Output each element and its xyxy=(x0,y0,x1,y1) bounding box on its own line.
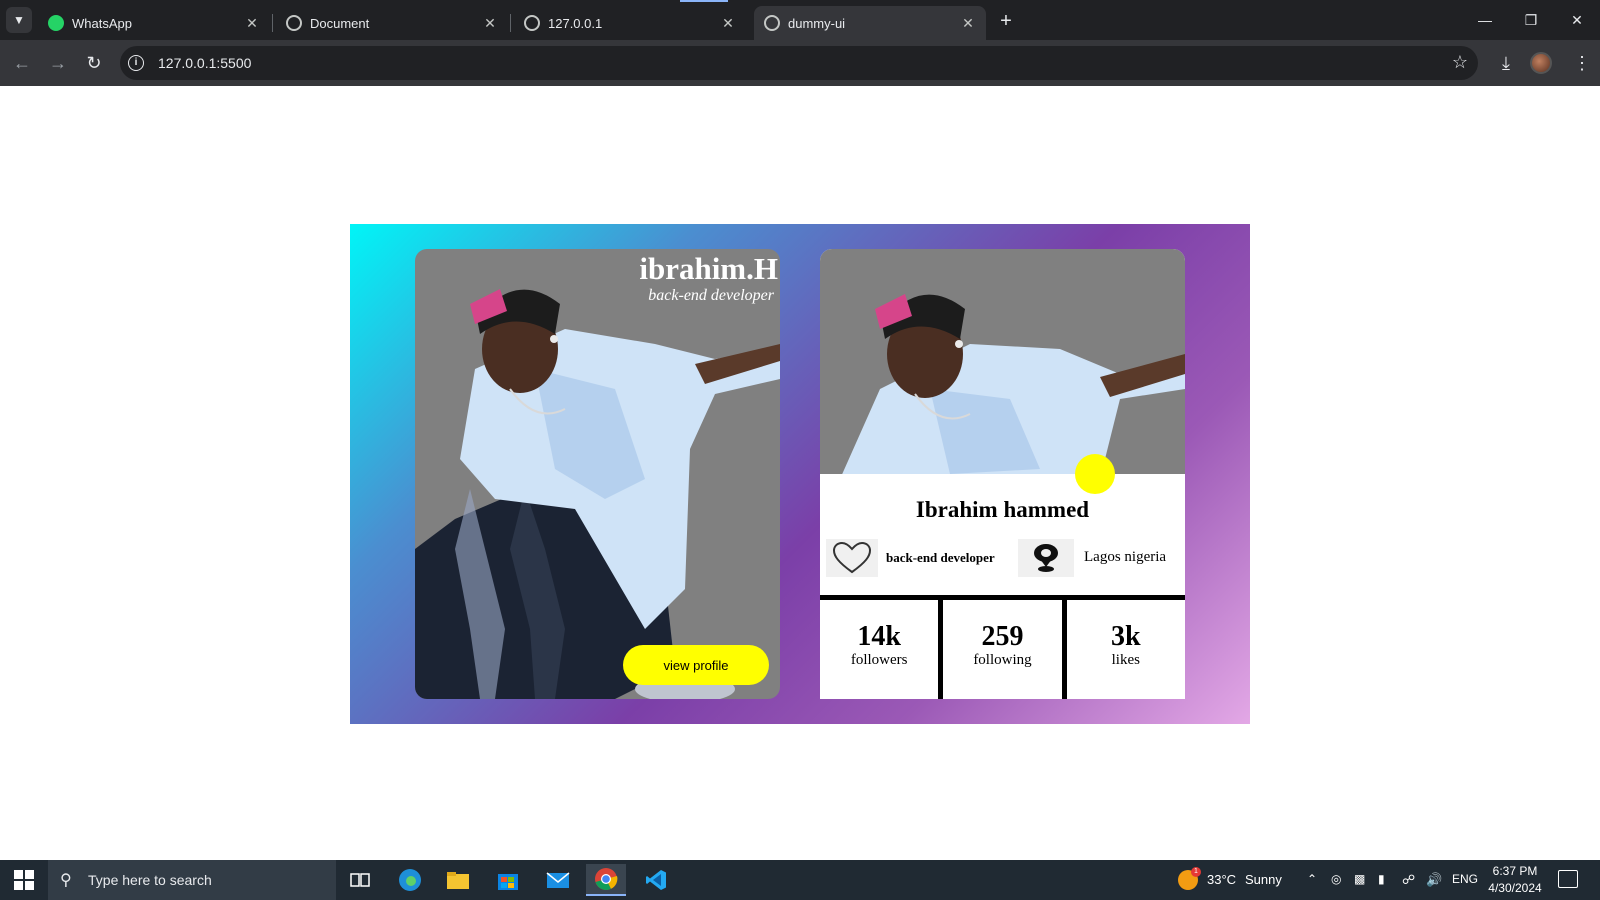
url-text[interactable]: 127.0.0.1:5500 xyxy=(158,55,251,71)
chevron-up-icon[interactable]: ⌃ xyxy=(1307,872,1317,886)
tab-title: WhatsApp xyxy=(72,15,132,31)
globe-icon xyxy=(524,15,540,31)
battery-icon[interactable]: ▮ xyxy=(1378,872,1385,886)
new-tab-button[interactable]: + xyxy=(993,8,1019,34)
profile-avatar[interactable] xyxy=(1530,52,1552,74)
tab-whatsapp[interactable]: WhatsApp ✕ xyxy=(38,6,270,40)
minimize-button[interactable]: — xyxy=(1462,6,1508,34)
file-explorer-icon[interactable] xyxy=(438,864,478,896)
profile-card-large: ibrahim.H back-end developer view profil… xyxy=(415,249,780,699)
close-window-button[interactable]: ✕ xyxy=(1554,6,1600,34)
stat-value: 14k xyxy=(857,621,901,652)
close-icon[interactable]: ✕ xyxy=(482,15,498,32)
location-pin-icon xyxy=(1018,539,1074,577)
vscode-icon[interactable] xyxy=(636,864,676,896)
profile-handle: ibrahim.H xyxy=(639,251,778,286)
stat-value: 259 xyxy=(981,621,1024,652)
site-info-icon[interactable]: i xyxy=(128,55,144,71)
stat-value: 3k xyxy=(1111,621,1141,652)
stat-following: 259 following xyxy=(938,600,1061,699)
gradient-stage: ibrahim.H back-end developer view profil… xyxy=(350,224,1250,724)
tab-title: 127.0.0.1 xyxy=(548,15,603,31)
globe-icon xyxy=(764,15,780,31)
whatsapp-icon xyxy=(48,15,64,31)
microsoft-store-icon[interactable] xyxy=(488,864,528,896)
system-clock[interactable]: 6:37 PM 4/30/2024 xyxy=(1484,863,1546,897)
profile-photo xyxy=(415,289,780,699)
volume-icon[interactable]: 🔊 xyxy=(1426,872,1442,888)
profile-stats: 14k followers 259 following 3k likes xyxy=(820,600,1185,699)
network-globe-icon[interactable]: ☍ xyxy=(1402,872,1415,888)
browser-tabstrip: ▼ WhatsApp ✕ Document ✕ 127.0.0.1 ✕ dumm… xyxy=(0,0,1600,40)
tab-search-dropdown[interactable]: ▼ xyxy=(6,7,32,33)
close-icon[interactable]: ✕ xyxy=(720,15,736,32)
weather-temp[interactable]: 33°C xyxy=(1207,872,1236,887)
profile-full-name: Ibrahim hammed xyxy=(915,497,1090,522)
close-icon[interactable]: ✕ xyxy=(960,15,976,32)
restore-button[interactable]: ❐ xyxy=(1508,6,1554,34)
reload-button[interactable]: ↻ xyxy=(80,49,108,77)
browser-toolbar: ← → ↻ i 127.0.0.1:5500 ☆ ⤓ ⋮ xyxy=(0,40,1600,86)
heart-icon[interactable] xyxy=(826,539,878,577)
close-icon[interactable]: ✕ xyxy=(244,15,260,32)
tab-dummy-ui[interactable]: dummy-ui ✕ xyxy=(754,6,986,40)
profile-role: back-end developer xyxy=(886,550,995,565)
profile-location: Lagos nigeria xyxy=(1084,549,1167,565)
tab-indicator xyxy=(680,0,728,2)
clock-time: 6:37 PM xyxy=(1492,864,1538,878)
view-profile-button[interactable]: view profile xyxy=(623,645,769,685)
chrome-icon[interactable] xyxy=(586,864,626,896)
profile-card-detail: Ibrahim hammed back-end developer Lagos … xyxy=(820,249,1185,699)
profile-info-row: back-end developer Lagos nigeria xyxy=(826,539,1181,577)
language-indicator[interactable]: ENG xyxy=(1452,872,1478,886)
clock-date: 4/30/2024 xyxy=(1488,881,1542,895)
mail-icon[interactable] xyxy=(538,864,578,896)
task-view-icon[interactable] xyxy=(340,864,380,896)
tab-localhost[interactable]: 127.0.0.1 ✕ xyxy=(514,6,746,40)
tab-title: dummy-ui xyxy=(788,15,846,31)
profile-photo-banner xyxy=(820,249,1185,474)
download-icon[interactable]: ⤓ xyxy=(1492,49,1520,77)
menu-kebab-icon[interactable]: ⋮ xyxy=(1568,49,1596,77)
weather-badge: 1 xyxy=(1191,867,1201,877)
taskbar-search[interactable]: ⚲ Type here to search xyxy=(48,860,336,900)
action-center-icon[interactable] xyxy=(1558,870,1578,888)
stat-likes: 3k likes xyxy=(1061,600,1185,699)
weather-desc[interactable]: Sunny xyxy=(1245,872,1282,887)
stat-label: likes xyxy=(1111,652,1140,668)
search-icon: ⚲ xyxy=(60,872,72,889)
tab-document[interactable]: Document ✕ xyxy=(276,6,508,40)
edge-icon[interactable] xyxy=(390,864,430,896)
stat-label: followers xyxy=(850,652,908,668)
windows-taskbar: ⚲ Type here to search 1 33°C Sunny ⌃ ◎ ▩… xyxy=(0,860,1600,900)
forward-button[interactable]: → xyxy=(44,49,72,77)
stat-followers: 14k followers xyxy=(820,600,938,699)
address-bar[interactable]: i 127.0.0.1:5500 ☆ xyxy=(120,46,1478,80)
notification-app-icon[interactable]: ▩ xyxy=(1354,872,1365,886)
status-dot xyxy=(1075,454,1115,494)
back-button[interactable]: ← xyxy=(8,49,36,77)
windows-start-icon[interactable] xyxy=(14,870,34,890)
stat-label: following xyxy=(973,652,1032,668)
profile-photo xyxy=(842,294,1185,474)
profile-role: back-end developer xyxy=(648,287,774,304)
bookmark-star-icon[interactable]: ☆ xyxy=(1452,52,1468,73)
tab-title: Document xyxy=(310,15,370,31)
globe-icon xyxy=(286,15,302,31)
search-placeholder: Type here to search xyxy=(88,872,212,888)
meet-icon[interactable]: ◎ xyxy=(1331,872,1341,886)
